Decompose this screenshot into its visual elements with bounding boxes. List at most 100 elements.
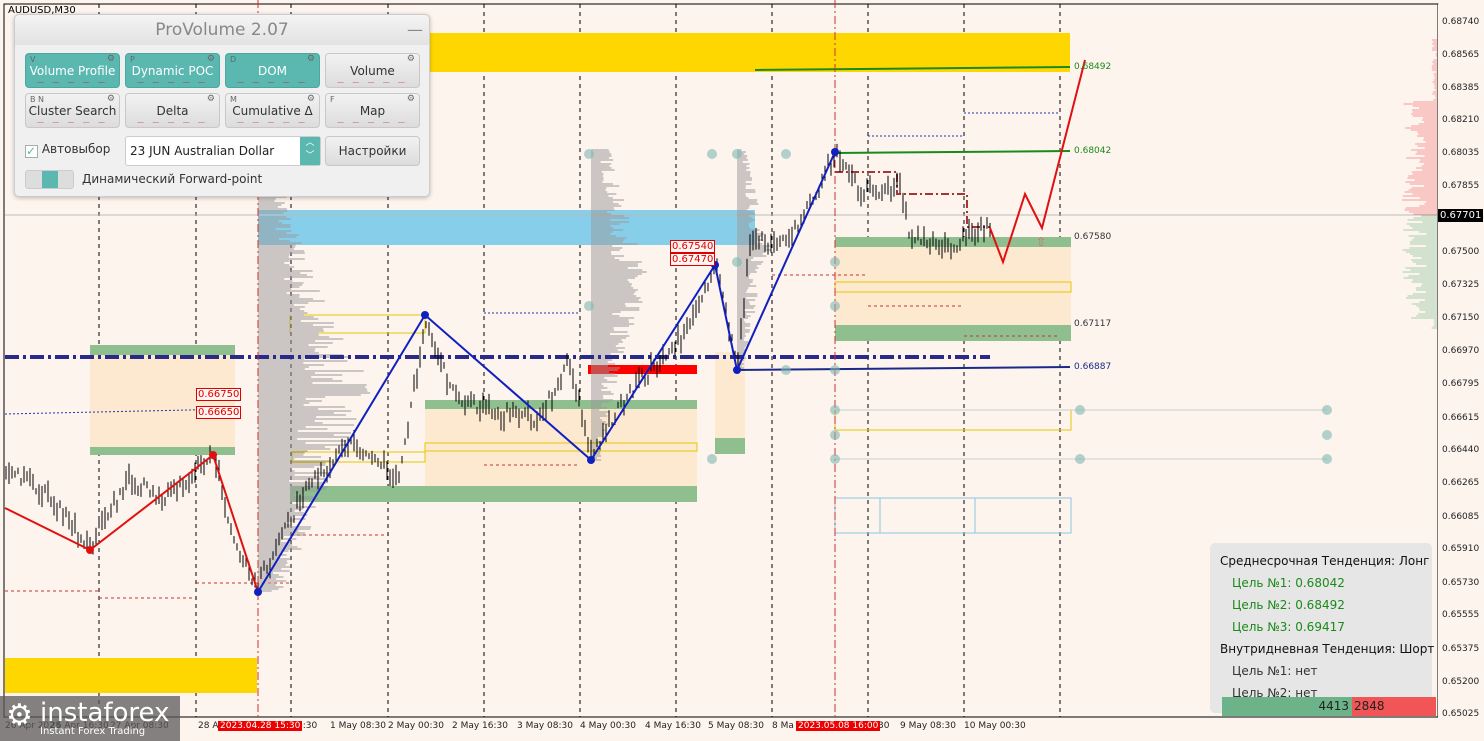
price-tick: 0.66970 (1442, 346, 1480, 356)
price-tick: 0.67500 (1442, 247, 1480, 257)
price-tick: 0.66795 (1442, 379, 1480, 389)
current-price-label: 0.67701 (1438, 209, 1484, 222)
hotkey-label: B N (30, 95, 45, 104)
minimize-button[interactable]: — (407, 15, 423, 45)
button-label: Volume (350, 64, 395, 78)
marker-dot (781, 365, 791, 375)
price-tick: 0.67855 (1442, 181, 1480, 191)
panel-button-dom[interactable]: D ⚙ DOM — — — — — (225, 53, 320, 88)
blue-box (974, 497, 1072, 534)
midterm-trend: Среднесрочная Тенденция: Лонг (1220, 554, 1430, 568)
button-label: Delta (156, 104, 189, 118)
forward-point-toggle[interactable] (25, 170, 74, 189)
dom-sell-volume: 2848 (1352, 697, 1436, 716)
price-tick: 0.66440 (1442, 445, 1480, 455)
panel-title-text: ProVolume 2.07 (155, 20, 289, 40)
hotkey-label: P (130, 55, 135, 64)
price-label: 0.67540 (670, 240, 716, 253)
marker-dot (1075, 405, 1085, 415)
instaforex-logo: ⚙ instaforex Instant Forex Trading (0, 696, 180, 741)
panel-title[interactable]: ProVolume 2.07 — (15, 15, 429, 45)
zigzag-point (587, 456, 595, 464)
hotkey-label: F (330, 95, 335, 104)
settings-button[interactable]: Настройки (325, 136, 420, 166)
midterm-target-3: Цель №3: 0.69417 (1232, 620, 1345, 634)
marker-dot (830, 365, 840, 375)
panel-button-delta[interactable]: ⚙ Delta — — — — — (125, 93, 220, 128)
price-tick: 0.68565 (1442, 50, 1480, 60)
gear-icon[interactable]: ⚙ (307, 42, 315, 76)
time-tick: 8 Ma (772, 721, 794, 731)
target-1-line (834, 150, 1071, 154)
dom-buy-volume: 4413 (1222, 697, 1352, 716)
panel-button-volume[interactable]: ⚙ Volume — — — — — (325, 53, 420, 88)
instrument-value: 23 JUN Australian Dollar (130, 144, 275, 158)
intraday-target-1: Цель №1: нет (1232, 664, 1318, 678)
hotkey-label: V (30, 55, 36, 64)
marker-dot (707, 454, 717, 464)
midterm-target-1: Цель №1: 0.68042 (1232, 576, 1345, 590)
price-tick: 0.65730 (1442, 578, 1480, 588)
status-dots-icon: — — — — — (237, 118, 308, 126)
blue-box (879, 497, 976, 534)
gear-icon[interactable]: ⚙ (207, 82, 215, 116)
time-tick: 10 May 00:30 (964, 721, 1026, 731)
panel-button-dynamic-poc[interactable]: P ⚙ Dynamic POC — — — — — (125, 53, 220, 88)
button-label: Cumulative Δ (232, 104, 313, 118)
time-tick: 4 May 00:30 (580, 721, 636, 731)
zigzag-point (254, 588, 262, 596)
panel-button-cluster-search[interactable]: B N ⚙ Cluster Search — — — — — (25, 93, 120, 128)
gear-icon[interactable]: ⚙ (307, 82, 315, 116)
price-tick: 0.67150 (1442, 313, 1480, 323)
target-level-2: 0.68492 (1074, 62, 1112, 72)
marker-dot (830, 405, 840, 415)
marker-dot (1322, 454, 1332, 464)
gear-icon[interactable]: ⚙ (407, 42, 415, 76)
zone-edge (90, 345, 235, 355)
price-tick: 0.68210 (1442, 115, 1480, 125)
time-tick: 2 May 16:30 (452, 721, 508, 731)
zone (425, 400, 697, 500)
price-tick: 0.65200 (1442, 677, 1480, 687)
pivot-level: 0.66887 (1074, 362, 1112, 372)
gear-icon[interactable]: ⚙ (407, 82, 415, 116)
button-label: DOM (257, 64, 288, 78)
marker-dot (830, 454, 840, 464)
zigzag-point (421, 311, 429, 319)
marker-dot (732, 257, 742, 267)
logo-name: instaforex (40, 698, 170, 728)
hotkey-label: M (230, 95, 237, 104)
forecast-line (989, 59, 1086, 266)
instrument-select[interactable]: 23 JUN Australian Dollar ︿ ﹀ (125, 136, 321, 166)
gear-logo-icon: ⚙ (6, 698, 33, 733)
checkmark-icon: ✓ (25, 144, 38, 158)
price-label: 0.66650 (196, 406, 242, 419)
spinner-arrows-icon[interactable]: ︿ ﹀ (300, 137, 320, 165)
hotkey-label: D (230, 55, 237, 64)
button-label: Map (359, 104, 386, 118)
gear-icon[interactable]: ⚙ (107, 42, 115, 76)
status-dots-icon: — — — — — (337, 78, 408, 86)
button-label: Dynamic POC (131, 64, 214, 78)
zigzag-point (733, 366, 741, 374)
zigzag-point (86, 546, 94, 554)
panel-button-cumulative[interactable]: M ⚙ Cumulative Δ — — — — — (225, 93, 320, 128)
autoselect-checkbox[interactable]: ✓ Автовыбор (25, 142, 110, 158)
blue-box (834, 497, 881, 534)
marker-dot (584, 301, 594, 311)
price-tick: 0.65025 (1442, 709, 1480, 719)
support-zone (5, 658, 257, 693)
price-tick: 0.68035 (1442, 148, 1480, 158)
price-label: 0.67470 (670, 253, 716, 266)
up-arrow-icon: ⇧ (1036, 235, 1046, 249)
time-tick: 5 May 08:30 (708, 721, 764, 731)
price-tick: 0.66265 (1442, 478, 1480, 488)
zone-level-bottom: 0.67117 (1074, 319, 1112, 329)
panel-button-map[interactable]: F ⚙ Map — — — — — (325, 93, 420, 128)
marker-dot (707, 149, 717, 159)
marker-dot (830, 301, 840, 311)
zone-edge (290, 486, 697, 502)
gear-icon[interactable]: ⚙ (107, 82, 115, 116)
gear-icon[interactable]: ⚙ (207, 42, 215, 76)
time-marker-1: 2023.04.28 15:30 (218, 721, 303, 731)
